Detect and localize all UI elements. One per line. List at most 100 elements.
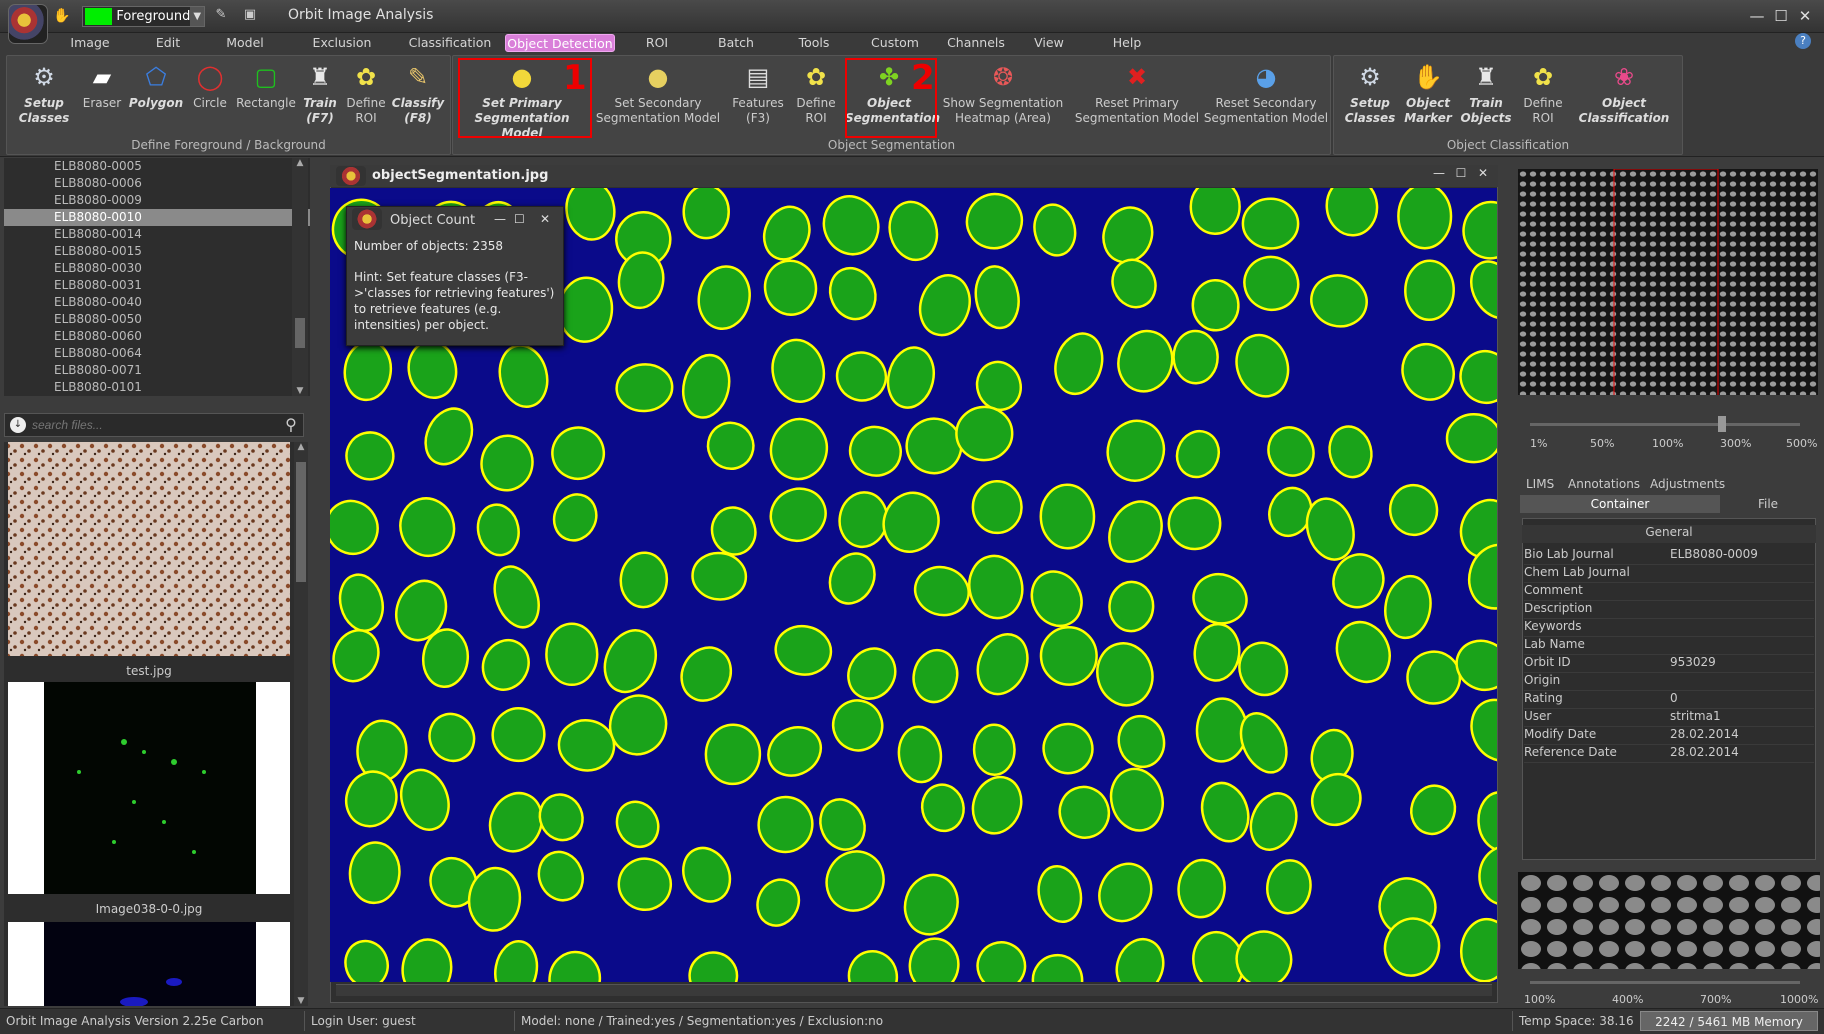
list-item[interactable]: ELB8080-0101 <box>4 379 310 396</box>
menu-image[interactable]: Image <box>60 34 120 52</box>
list-item[interactable]: ELB8080-0031 <box>4 277 310 294</box>
list-item[interactable]: ELB8080-0014 <box>4 226 310 243</box>
show-heatmap-button[interactable]: ❂ Show Segmentation Heatmap (Area) <box>939 58 1067 138</box>
table-row[interactable]: Keywords <box>1524 619 1814 637</box>
viewer-close-icon[interactable]: ✕ <box>1474 166 1492 184</box>
define-roi-obj-button[interactable]: ✿ Define ROI <box>1516 58 1570 138</box>
menu-tools[interactable]: Tools <box>794 34 834 52</box>
object-classification-button[interactable]: ❀ Object Classification <box>1570 58 1678 138</box>
zoom-slider[interactable] <box>1530 413 1800 437</box>
list-item[interactable]: ELB8080-0040 <box>4 294 310 311</box>
menu-channels[interactable]: Channels <box>944 34 1008 52</box>
table-row[interactable]: Rating 0 <box>1524 691 1814 709</box>
define-roi-seg-button[interactable]: ✿ Define ROI <box>789 58 843 138</box>
download-icon[interactable]: ↓ <box>10 417 26 433</box>
thumbnail-test[interactable] <box>8 442 290 656</box>
chevron-down-icon[interactable]: ▼ <box>292 386 308 396</box>
camera-icon[interactable]: ▣ <box>240 7 260 25</box>
table-row[interactable]: Orbit ID 953029 <box>1524 655 1814 673</box>
chevron-down-icon[interactable]: ▼ <box>190 7 204 26</box>
menu-roi[interactable]: ROI <box>640 34 674 52</box>
pipette-icon[interactable]: ✎ <box>212 7 230 25</box>
maximize-icon[interactable]: ☐ <box>1770 6 1792 26</box>
define-roi-button[interactable]: ✿ Define ROI <box>343 58 389 138</box>
hand-tool-icon[interactable]: ✋ <box>52 7 72 25</box>
train-objects-button[interactable]: ♜ Train Objects <box>1456 58 1516 138</box>
menu-object-detection[interactable]: Object Detection <box>505 34 615 52</box>
reset-secondary-button[interactable]: ◕ Reset Secondary Segmentation Model <box>1201 58 1331 138</box>
menu-view[interactable]: View <box>1032 34 1066 52</box>
features-button[interactable]: ▤ Features (F3) <box>727 58 789 138</box>
status-model: Model: none / Trained:yes / Segmentation… <box>514 1011 1514 1031</box>
viewer-minimize-icon[interactable]: — <box>1430 166 1448 184</box>
classify-button[interactable]: ✎ Classify (F8) <box>389 58 447 138</box>
circle-button[interactable]: ◯ Circle <box>185 58 235 138</box>
rectangle-button[interactable]: ▢ Rectangle <box>235 58 297 138</box>
dialog-minimize-icon[interactable]: — <box>494 212 506 226</box>
app-logo-icon[interactable] <box>8 4 48 44</box>
object-marker-button[interactable]: ✋ Object Marker <box>1400 58 1456 138</box>
list-item[interactable]: ELB8080-0050 <box>4 311 310 328</box>
setup-classes-obj-button[interactable]: ⚙ Setup Classes <box>1342 58 1398 138</box>
tab-container[interactable]: Container <box>1520 495 1720 513</box>
list-item[interactable]: ELB8080-0071 <box>4 362 310 379</box>
eraser-button[interactable]: ▰ Eraser <box>77 58 127 138</box>
table-row[interactable]: Origin <box>1524 673 1814 691</box>
chevron-up-icon[interactable]: ▲ <box>292 158 308 168</box>
file-list-scrollbar[interactable]: ▲ ▼ <box>292 158 308 396</box>
menu-batch[interactable]: Batch <box>714 34 758 52</box>
menu-exclusion-model[interactable]: Exclusion Model <box>294 34 390 68</box>
list-item[interactable]: ELB8080-0009 <box>4 192 310 209</box>
channel-preview[interactable] <box>1518 872 1820 969</box>
list-item[interactable]: ELB8080-0006 <box>4 175 310 192</box>
scroll-thumb[interactable] <box>295 318 305 348</box>
list-item[interactable]: ELB8080-0010 <box>4 209 310 226</box>
tab-adjustments[interactable]: Adjustments <box>1650 477 1725 491</box>
thumbnail-scrollbar[interactable]: ▲ ▼ <box>294 442 308 1006</box>
list-item[interactable]: ELB8080-0005 <box>4 158 310 175</box>
zoom-slider-thumb[interactable] <box>1718 416 1726 432</box>
channel-zoom-slider[interactable] <box>1530 981 1800 984</box>
list-item[interactable]: ELB8080-0060 <box>4 328 310 345</box>
reset-primary-button[interactable]: ✖ Reset Primary Segmentation Model <box>1069 58 1205 138</box>
menu-classification[interactable]: Classification <box>408 34 492 52</box>
help-icon[interactable]: ? <box>1795 33 1811 49</box>
menu-custom[interactable]: Custom <box>870 34 920 52</box>
menu-help[interactable]: Help <box>1110 34 1144 52</box>
table-row[interactable]: Chem Lab Journal <box>1524 565 1814 583</box>
table-row[interactable]: Description <box>1524 601 1814 619</box>
search-icon[interactable]: ⚲ <box>278 413 304 437</box>
table-row[interactable]: User stritma1 <box>1524 709 1814 727</box>
overview-thumbnail[interactable] <box>1518 168 1818 401</box>
setup-classes-button[interactable]: ⚙ Setup Classes <box>15 58 73 138</box>
menu-edit[interactable]: Edit <box>143 34 193 52</box>
viewer-scrollbar[interactable] <box>336 984 1492 996</box>
thumbnail-third[interactable] <box>44 922 256 1006</box>
chevron-up-icon[interactable]: ▲ <box>294 442 308 452</box>
set-secondary-segmentation-button[interactable]: ● Set Secondary Segmentation Model <box>593 58 723 138</box>
dialog-close-icon[interactable]: ✕ <box>540 212 550 226</box>
polygon-button[interactable]: ⬠ Polygon <box>127 58 185 138</box>
table-row[interactable]: Comment <box>1524 583 1814 601</box>
tab-annotations[interactable]: Annotations <box>1568 477 1640 491</box>
list-item[interactable]: ELB8080-0015 <box>4 243 310 260</box>
chevron-down-icon[interactable]: ▼ <box>294 996 308 1006</box>
minimize-icon[interactable]: — <box>1746 6 1768 26</box>
table-row[interactable]: Modify Date 28.02.2014 <box>1524 727 1814 745</box>
dialog-maximize-icon[interactable]: ☐ <box>514 212 525 226</box>
table-row[interactable]: Bio Lab Journal ELB8080-0009 <box>1524 547 1814 565</box>
table-row[interactable]: Lab Name <box>1524 637 1814 655</box>
search-input[interactable] <box>32 416 262 434</box>
viewer-maximize-icon[interactable]: ☐ <box>1452 166 1470 184</box>
tab-file[interactable]: File <box>1720 495 1816 513</box>
list-item[interactable]: ELB8080-0064 <box>4 345 310 362</box>
list-item[interactable]: ELB8080-0030 <box>4 260 310 277</box>
tab-lims[interactable]: LIMS <box>1526 477 1554 491</box>
thumbnail-image038[interactable] <box>44 682 256 894</box>
scroll-thumb[interactable] <box>296 462 306 582</box>
train-button[interactable]: ♜ Train (F7) <box>297 58 343 138</box>
close-icon[interactable]: ✕ <box>1794 6 1816 26</box>
menu-model[interactable]: Model <box>216 34 274 52</box>
foreground-select[interactable]: Foreground ▼ <box>82 6 205 27</box>
table-row[interactable]: Reference Date 28.02.2014 <box>1524 745 1814 763</box>
